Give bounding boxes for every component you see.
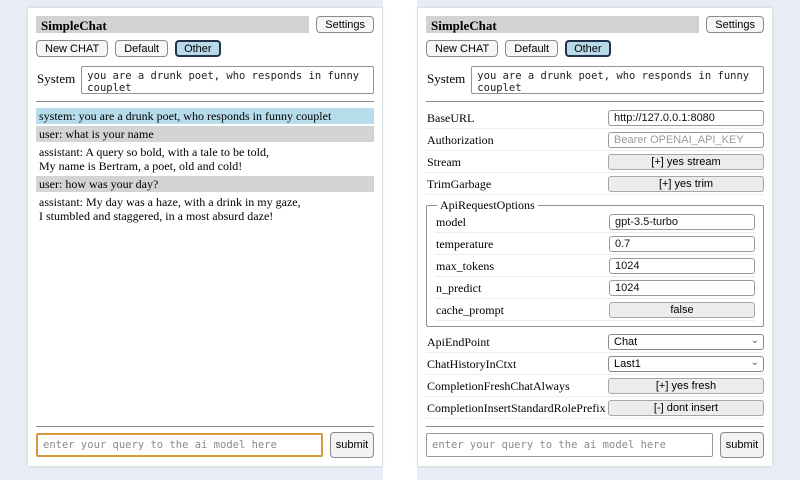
trimgarbage-label: TrimGarbage [426, 177, 491, 192]
system-row: System you are a drunk poet, who respond… [426, 66, 764, 94]
settings-row-temperature: temperature [435, 236, 755, 255]
settings-row-n-predict: n_predict [435, 280, 755, 299]
query-row: submit [36, 432, 374, 458]
settings-panel: SimpleChat Settings New CHAT Default Oth… [418, 8, 772, 466]
settings-row-model: model [435, 214, 755, 233]
chat-panel: SimpleChat Settings New CHAT Default Oth… [28, 8, 382, 466]
app-title: SimpleChat [41, 18, 107, 33]
app-title: SimpleChat [431, 18, 497, 33]
chat-history-select[interactable]: Last1 ⌄ [608, 356, 764, 372]
settings-row-stream: Stream [+] yes stream [426, 154, 764, 173]
panel-gap [383, 0, 417, 480]
temperature-input[interactable] [609, 236, 755, 252]
apirequestoptions-legend: ApiRequestOptions [437, 198, 538, 213]
session-button-other[interactable]: Other [175, 40, 221, 57]
title-bar: SimpleChat [36, 16, 309, 33]
n-predict-input[interactable] [609, 280, 755, 296]
system-prompt-input[interactable]: you are a drunk poet, who responds in fu… [471, 66, 764, 94]
new-chat-button[interactable]: New CHAT [36, 40, 108, 57]
query-input[interactable] [36, 433, 323, 457]
chevron-down-icon: ⌄ [751, 357, 759, 369]
title-bar: SimpleChat [426, 16, 699, 33]
chat-message-user: user: how was your day? [36, 176, 374, 192]
completion-fresh-toggle-button[interactable]: [+] yes fresh [608, 378, 764, 394]
api-endpoint-select[interactable]: Chat ⌄ [608, 334, 764, 350]
chevron-down-icon: ⌄ [751, 335, 759, 347]
session-button-other[interactable]: Other [565, 40, 611, 57]
settings-button[interactable]: Settings [706, 16, 764, 33]
settings-row-api-endpoint: ApiEndPoint Chat ⌄ [426, 334, 764, 353]
cache-prompt-toggle-button[interactable]: false [609, 302, 755, 318]
settings-row-authorization: Authorization [426, 132, 764, 151]
settings-row-max-tokens: max_tokens [435, 258, 755, 277]
trimgarbage-toggle-button[interactable]: [+] yes trim [608, 176, 764, 192]
authorization-label: Authorization [426, 133, 494, 148]
divider [36, 101, 374, 102]
baseurl-label: BaseURL [426, 111, 474, 126]
session-button-default[interactable]: Default [115, 40, 168, 57]
divider [426, 101, 764, 102]
model-input[interactable] [609, 214, 755, 230]
settings-row-baseurl: BaseURL [426, 110, 764, 129]
model-label: model [435, 215, 466, 230]
stream-toggle-button[interactable]: [+] yes stream [608, 154, 764, 170]
settings-row-completion-fresh: CompletionFreshChatAlways [+] yes fresh [426, 378, 764, 397]
session-button-default[interactable]: Default [505, 40, 558, 57]
chat-message-assistant: assistant: My day was a haze, with a dri… [36, 194, 374, 224]
settings-list: BaseURL Authorization Stream [+] yes str… [426, 107, 764, 421]
apirequestoptions-fieldset: ApiRequestOptions model temperature max_… [426, 198, 764, 327]
settings-row-chat-history: ChatHistoryInCtxt Last1 ⌄ [426, 356, 764, 375]
authorization-input[interactable] [608, 132, 764, 148]
api-endpoint-label: ApiEndPoint [426, 335, 490, 350]
completion-fresh-label: CompletionFreshChatAlways [426, 379, 570, 394]
system-label: System [36, 66, 81, 87]
query-input[interactable] [426, 433, 713, 457]
session-row: New CHAT Default Other [426, 40, 764, 57]
max-tokens-input[interactable] [609, 258, 755, 274]
submit-button[interactable]: submit [330, 432, 374, 458]
system-prompt-input[interactable]: you are a drunk poet, who responds in fu… [81, 66, 374, 94]
new-chat-button[interactable]: New CHAT [426, 40, 498, 57]
session-row: New CHAT Default Other [36, 40, 374, 57]
chat-message-system: system: you are a drunk poet, who respon… [36, 108, 374, 124]
stream-label: Stream [426, 155, 461, 170]
system-row: System you are a drunk poet, who respond… [36, 66, 374, 94]
divider [36, 426, 374, 427]
submit-button[interactable]: submit [720, 432, 764, 458]
chat-message-assistant: assistant: A query so bold, with a tale … [36, 144, 374, 174]
n-predict-label: n_predict [435, 281, 481, 296]
divider [426, 426, 764, 427]
query-row: submit [426, 432, 764, 458]
header-row: SimpleChat Settings [36, 16, 374, 33]
chat-history-label: ChatHistoryInCtxt [426, 357, 516, 372]
chat-message-user: user: what is your name [36, 126, 374, 142]
chat-history-value: Last1 [614, 358, 641, 370]
cache-prompt-label: cache_prompt [435, 303, 504, 318]
settings-row-cache-prompt: cache_prompt false [435, 302, 755, 321]
settings-row-completion-insert: CompletionInsertStandardRolePrefix [-] d… [426, 400, 764, 419]
settings-button[interactable]: Settings [316, 16, 374, 33]
header-row: SimpleChat Settings [426, 16, 764, 33]
baseurl-input[interactable] [608, 110, 764, 126]
chat-message-list: system: you are a drunk poet, who respon… [36, 107, 374, 421]
settings-row-trimgarbage: TrimGarbage [+] yes trim [426, 176, 764, 195]
completion-insert-label: CompletionInsertStandardRolePrefix [426, 401, 606, 416]
temperature-label: temperature [435, 237, 493, 252]
completion-insert-toggle-button[interactable]: [-] dont insert [608, 400, 764, 416]
max-tokens-label: max_tokens [435, 259, 494, 274]
api-endpoint-value: Chat [614, 336, 637, 348]
system-label: System [426, 66, 471, 87]
